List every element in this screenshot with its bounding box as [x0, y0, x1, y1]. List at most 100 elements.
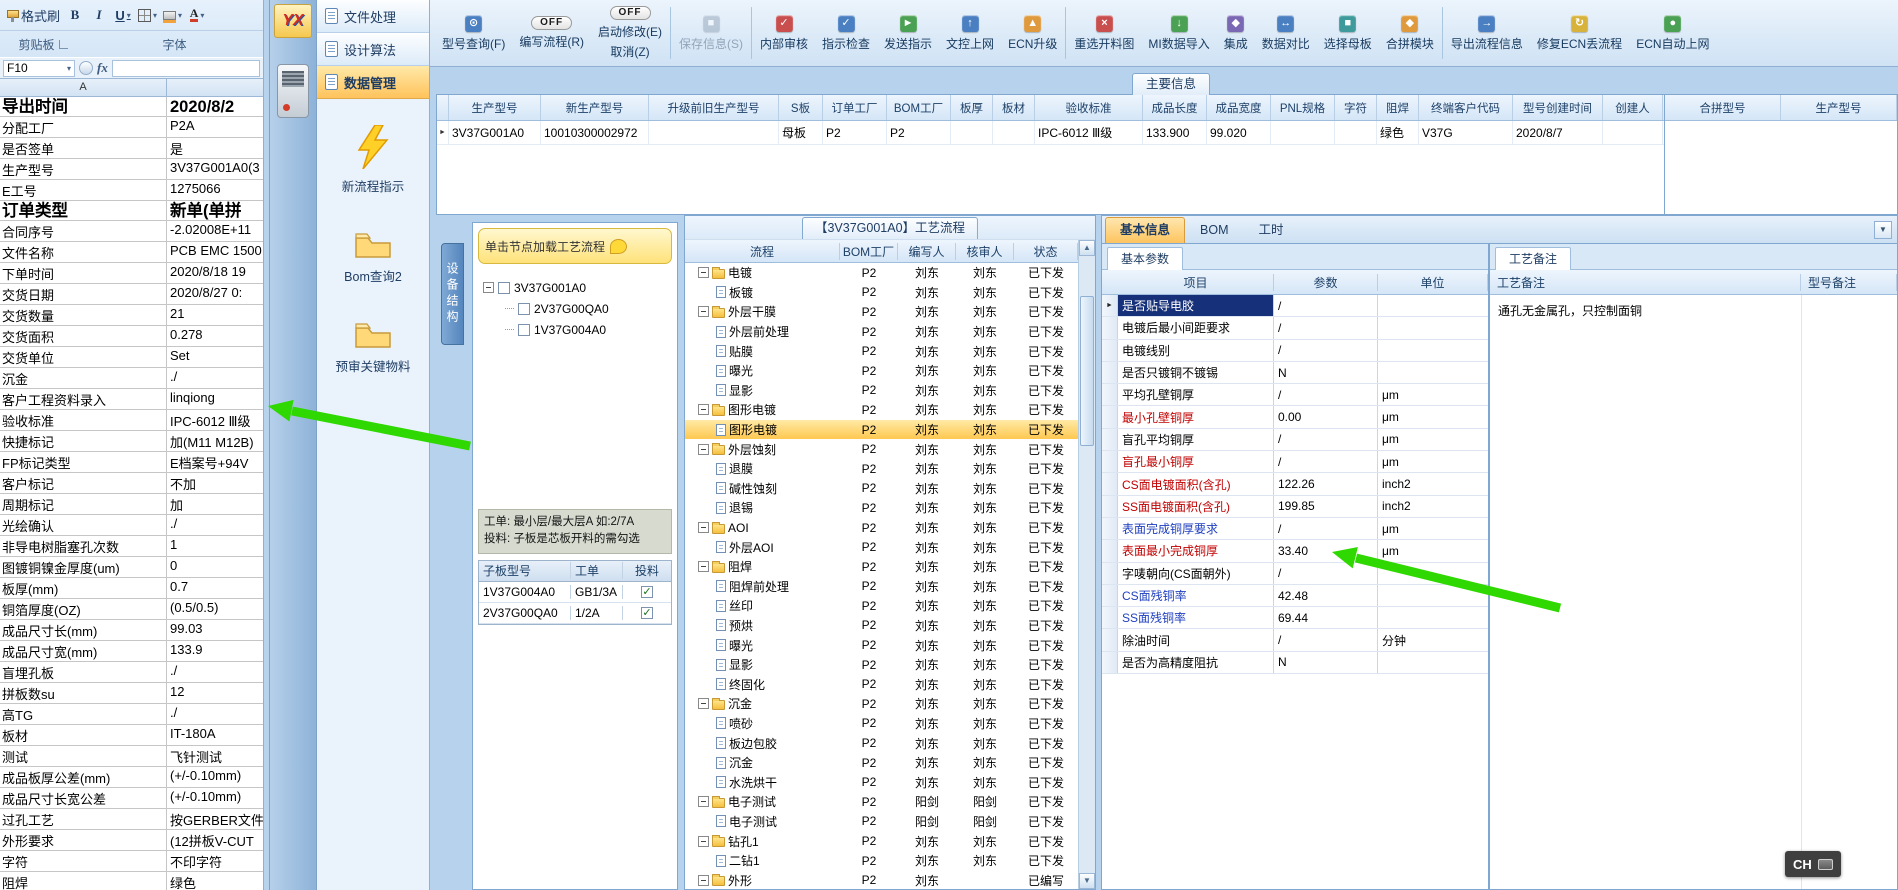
column-header[interactable]: 订单工厂 [823, 95, 887, 120]
checkbox[interactable] [518, 323, 530, 336]
property-label-cell[interactable]: 交货数量 [0, 305, 167, 325]
btn-start-modify[interactable]: OFF 启动修改(E) 取消(Z) [592, 1, 668, 65]
property-row[interactable]: 非导电树脂塞孔次数 1 [0, 536, 263, 557]
property-value-cell[interactable]: 1275066 [167, 180, 263, 200]
collapse-toggle[interactable] [698, 267, 709, 279]
btn-merge-module[interactable]: ◆ 合拼模块 [1380, 10, 1440, 57]
property-value-cell[interactable]: (+/-0.10mm) [167, 788, 263, 808]
toolbar-separator[interactable] [751, 7, 752, 59]
沉金[interactable]: 沉金 P2 刘东 刘东 已下发 [685, 753, 1078, 773]
AOI[interactable]: AOI P2 刘东 刘东 已下发 [685, 518, 1078, 538]
param-row[interactable]: 电镀线别 / [1102, 339, 1488, 362]
property-row[interactable]: 订单类型 新单(单拼 [0, 201, 263, 221]
grid-cell[interactable]: V37G [1419, 121, 1513, 144]
property-label-cell[interactable]: 光绘确认 [0, 515, 167, 535]
format-painter-button[interactable]: 格式刷 [5, 4, 61, 27]
param-row[interactable]: 盲孔最小铜厚 / μm [1102, 451, 1488, 474]
property-label-cell[interactable]: 下单时间 [0, 263, 167, 283]
property-row[interactable]: 过孔工艺 按GERBER文件 [0, 809, 263, 830]
param-value-cell[interactable]: / [1274, 517, 1378, 540]
property-label-cell[interactable]: 验收标准 [0, 410, 167, 430]
property-row[interactable]: 验收标准 IPC-6012 Ⅲ级 [0, 410, 263, 431]
param-row[interactable]: 是否只镀铜不镀锡 N [1102, 361, 1488, 385]
property-label-cell[interactable]: 分配工厂 [0, 117, 167, 137]
ime-indicator[interactable]: CH [1785, 851, 1841, 877]
tab-work-hours[interactable]: 工时 [1244, 217, 1299, 243]
grid-cell[interactable] [1271, 121, 1335, 144]
column-header[interactable]: 项目 [1118, 273, 1274, 291]
param-row[interactable]: CS面残铜率 42.48 [1102, 584, 1488, 608]
param-item-cell[interactable]: 电镀线别 [1118, 339, 1274, 361]
column-header[interactable]: S板 [779, 95, 823, 120]
scrollbar-thumb[interactable] [1080, 296, 1094, 446]
btn-save-info[interactable]: ■ 保存信息(S) [673, 10, 749, 57]
collapse-toggle[interactable] [698, 404, 709, 416]
property-label-cell[interactable]: 外形要求 [0, 830, 167, 850]
property-label-cell[interactable]: 交货单位 [0, 347, 167, 367]
property-row[interactable]: 字符 不印字符 [0, 851, 263, 872]
property-row[interactable]: 测试 飞针测试 [0, 746, 263, 767]
property-row[interactable]: 文件名称 PCB EMC 1500 [0, 242, 263, 263]
param-row[interactable]: 是否贴导电胶 / [1102, 295, 1488, 318]
沉金[interactable]: 沉金 P2 刘东 刘东 已下发 [685, 694, 1078, 714]
property-value-cell[interactable]: 0 [167, 557, 263, 577]
tab-basic-params[interactable]: 基本参数 [1107, 247, 1184, 270]
电镀[interactable]: 电镀 P2 刘东 刘东 已下发 [685, 263, 1078, 283]
grid-cell[interactable] [1603, 121, 1663, 144]
checkbox[interactable] [498, 281, 510, 294]
param-value-cell[interactable]: 69.44 [1274, 607, 1378, 629]
property-row[interactable]: FP标记类型 E档案号+94V [0, 452, 263, 473]
btn-integrate[interactable]: ◆ 集成 [1218, 10, 1254, 57]
property-value-cell[interactable]: 0.7 [167, 578, 263, 598]
param-value-cell[interactable]: 33.40 [1274, 540, 1378, 562]
param-row[interactable]: 盲孔平均铜厚 / μm [1102, 428, 1488, 452]
off-toggle[interactable]: OFF [609, 6, 651, 20]
property-label-cell[interactable]: 测试 [0, 746, 167, 766]
btn-reselect-cutting[interactable]: × 重选开料图 [1068, 10, 1140, 57]
退锡[interactable]: 退锡 P2 刘东 刘东 已下发 [685, 498, 1078, 518]
param-value-cell[interactable]: 42.48 [1274, 584, 1378, 607]
borders-button[interactable]: ▾ [137, 4, 158, 27]
column-header[interactable]: PNL规格 [1271, 95, 1335, 120]
property-value-cell[interactable]: (0.5/0.5) [167, 599, 263, 619]
property-value-cell[interactable]: E档案号+94V [167, 452, 263, 472]
property-label-cell[interactable]: 客户工程资料录入 [0, 389, 167, 409]
property-row[interactable]: 快捷标记 加(M11 M12B) [0, 431, 263, 452]
property-value-cell[interactable]: 不印字符 [167, 851, 263, 871]
property-value-cell[interactable]: (+/-0.10mm) [167, 767, 263, 787]
显影[interactable]: 显影 P2 刘东 刘东 已下发 [685, 655, 1078, 675]
终固化[interactable]: 终固化 P2 刘东 刘东 已下发 [685, 674, 1078, 694]
property-label-cell[interactable]: 成品板厚公差(mm) [0, 767, 167, 787]
property-row[interactable]: 盲埋孔板 ./ [0, 662, 263, 683]
column-header[interactable]: 型号创建时间 [1513, 95, 1603, 120]
btn-send-indication[interactable]: ► 发送指示 [878, 10, 938, 57]
checkbox[interactable] [641, 606, 653, 619]
tree-node[interactable]: 2V37G00QA0 [505, 298, 673, 319]
collapse-toggle[interactable] [698, 796, 709, 808]
remark-body[interactable]: 通孔无金属孔，只控制面铜 [1490, 295, 1897, 889]
param-item-cell[interactable]: 是否贴导电胶 [1118, 295, 1274, 317]
property-value-cell[interactable]: 是 [167, 138, 263, 158]
column-header[interactable]: 板材 [993, 95, 1035, 120]
property-row[interactable]: 高TG ./ [0, 704, 263, 725]
property-value-cell[interactable]: ./ [167, 368, 263, 388]
param-value-cell[interactable]: / [1274, 295, 1378, 317]
property-value-cell[interactable]: 加(M11 M12B) [167, 431, 263, 451]
param-value-cell[interactable]: / [1274, 339, 1378, 361]
scroll-up-button[interactable] [1079, 240, 1095, 256]
阻焊[interactable]: 阻焊 P2 刘东 刘东 已下发 [685, 557, 1078, 577]
预烘[interactable]: 预烘 P2 刘东 刘东 已下发 [685, 616, 1078, 636]
param-item-cell[interactable]: SS面电镀面积(含孔) [1118, 495, 1274, 517]
param-item-cell[interactable]: 是否为高精度阻抗 [1118, 651, 1274, 674]
grid-cell[interactable]: P2 [887, 121, 951, 144]
property-row[interactable]: 下单时间 2020/8/18 19 [0, 263, 263, 284]
property-row[interactable]: 拼板数su 12 [0, 683, 263, 704]
板镀[interactable]: 板镀 P2 刘东 刘东 已下发 [685, 283, 1078, 303]
column-header-merge-model[interactable]: 合拼型号 [1665, 95, 1781, 120]
property-value-cell[interactable]: 0.278 [167, 326, 263, 346]
property-label-cell[interactable]: 成品尺寸长宽公差 [0, 788, 167, 808]
btn-model-query[interactable]: ⊙ 型号查询(F) [436, 10, 511, 57]
param-row[interactable]: 电镀后最小间距要求 / [1102, 317, 1488, 340]
property-label-cell[interactable]: E工号 [0, 180, 167, 200]
off-toggle[interactable]: OFF [531, 16, 573, 30]
